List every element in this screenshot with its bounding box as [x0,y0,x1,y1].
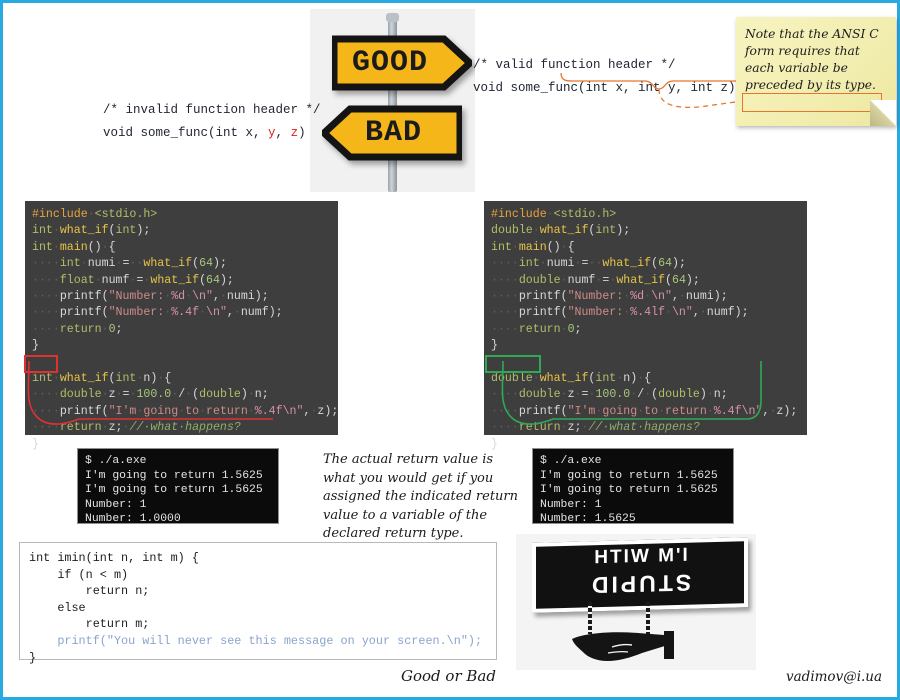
invalid-header-comment: /* invalid function header */ [103,103,321,117]
terminal-line: $ ./a.exe [540,455,602,467]
sticky-note-text: Note that the ANSI C form requires that … [745,27,879,92]
sticky-note-leader-line [560,70,758,109]
terminal-output-double-version: $ ./a.exe I'm going to return 1.5625 I'm g… [532,448,734,526]
green-return-type-arrow [501,361,762,425]
terminal-output-int-version: $ ./a.exe I'm going to return 1.5625 I'm g… [77,448,279,526]
imin-line-5: return m; [29,617,150,632]
terminal-line: Number: 1.0000 [85,513,181,526]
red-return-type-arrow [27,361,273,425]
stupid-sign-line-1: I'M WITH [592,544,688,569]
good-sign-label: GOOD [352,46,429,80]
actual-return-value-note: The actual return value is what you woul… [323,452,519,541]
invalid-header-code-part-a: void some_func(int x, [103,126,269,140]
im-with-stupid-image: I'M WITH STUPID [516,534,756,670]
imin-line-1: int imin(int n, int m) { [29,551,199,565]
invalid-header-code-part-b: , [275,126,291,140]
terminal-line: $ ./a.exe [85,455,147,467]
invalid-header-snippet: /* invalid function header */ void some_… [103,99,321,145]
footer-title: Good or Bad [401,667,496,685]
terminal-line: Number: 1.5625 [540,513,636,526]
imin-line-3: return n; [29,584,150,599]
terminal-line: I'm going to return 1.5625 [85,469,263,482]
terminal-line: I'm going to return 1.5625 [540,469,718,482]
imin-line-4: else [29,600,86,615]
footer-email: vadimov@i.ua [786,669,883,685]
sticky-note: Note that the ANSI C form requires that … [736,17,896,126]
sticky-note-curl [870,100,896,126]
terminal-line: Number: 1 [540,498,602,511]
code-panel-imin-unreachable: int imin(int n, int m) { if (n < m) retu… [19,542,497,665]
imin-line-2: if (n < m) [29,567,129,582]
good-bad-signs-image: GOOD BAD [310,9,475,192]
terminal-line: Number: 1 [85,498,147,511]
terminal-line: I'm going to return 1.5625 [85,484,263,497]
slide-canvas: GOOD BAD /* invalid function header */ v… [0,0,900,700]
stupid-sign-plate: I'M WITH STUPID [532,537,748,613]
imin-line-7: } [29,650,37,665]
bad-sign-label: BAD [365,116,423,150]
invalid-header-code-part-c: ) [298,126,306,140]
pointing-hand-icon [572,631,674,661]
invalid-header-token-y: y [268,126,276,140]
sticky-note-highlight-box [742,93,882,112]
stupid-sign-line-2: STUPID [588,569,692,599]
imin-line-6-unreachable-printf: printf("You will never see this message … [29,633,483,648]
sign-pole-cap [386,13,399,22]
terminal-line: I'm going to return 1.5625 [540,484,718,497]
invalid-header-token-z: z [290,126,299,140]
